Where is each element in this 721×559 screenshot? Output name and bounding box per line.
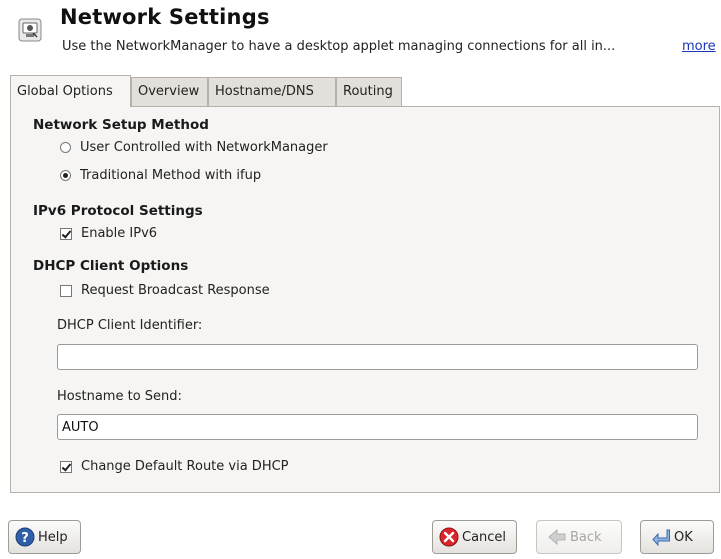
tab-hostname-dns[interactable]: Hostname/DNS <box>208 77 336 106</box>
cancel-icon <box>439 527 459 547</box>
dhcp-client-options-heading: DHCP Client Options <box>33 258 189 274</box>
help-button[interactable]: ? Help <box>8 520 81 554</box>
ipv6-settings-heading: IPv6 Protocol Settings <box>33 203 203 219</box>
back-arrow-icon <box>548 528 566 546</box>
cancel-button-label: Cancel <box>462 529 507 545</box>
back-button[interactable]: Back <box>536 520 622 554</box>
request-broadcast-checkbox[interactable]: Request Broadcast Response <box>60 283 270 298</box>
tab-hostname-dns-label: Hostname/DNS <box>215 84 314 99</box>
checkbox-indicator[interactable] <box>60 460 72 473</box>
svg-text:?: ? <box>21 531 29 546</box>
tab-global-options-label: Global Options <box>17 84 113 99</box>
tab-overview-label: Overview <box>138 84 200 99</box>
ok-button-label: OK <box>674 529 693 545</box>
network-setup-method-heading: Network Setup Method <box>33 117 209 133</box>
help-button-label: Help <box>38 529 68 545</box>
tab-global-options[interactable]: Global Options <box>10 75 131 107</box>
page-title: Network Settings <box>60 5 270 29</box>
cancel-button[interactable]: Cancel <box>432 520 517 554</box>
hostname-to-send-input[interactable] <box>57 414 698 440</box>
back-button-label: Back <box>570 529 602 545</box>
hostname-to-send-label: Hostname to Send: <box>57 389 182 404</box>
ok-button[interactable]: OK <box>640 520 714 554</box>
dhcp-client-identifier-label: DHCP Client Identifier: <box>57 318 203 333</box>
checkbox-indicator[interactable] <box>60 284 72 297</box>
enable-ipv6-label: Enable IPv6 <box>81 226 158 241</box>
more-link[interactable]: more <box>682 39 716 54</box>
change-default-route-label: Change Default Route via DHCP <box>81 459 289 474</box>
help-icon: ? <box>15 527 35 547</box>
tab-overview[interactable]: Overview <box>131 77 208 106</box>
change-default-route-checkbox[interactable]: Change Default Route via DHCP <box>60 459 289 474</box>
page-description: Use the NetworkManager to have a desktop… <box>62 39 616 54</box>
request-broadcast-label: Request Broadcast Response <box>81 283 270 298</box>
radio-traditional-ifup-label: Traditional Method with ifup <box>80 168 262 183</box>
checkbox-indicator[interactable] <box>60 227 72 240</box>
ok-return-icon <box>652 529 670 547</box>
radio-indicator[interactable] <box>60 170 71 181</box>
radio-traditional-ifup[interactable]: Traditional Method with ifup <box>60 168 261 183</box>
radio-indicator[interactable] <box>60 142 71 153</box>
dhcp-client-identifier-input[interactable] <box>57 344 698 370</box>
radio-user-controlled[interactable]: User Controlled with NetworkManager <box>60 140 328 155</box>
enable-ipv6-checkbox[interactable]: Enable IPv6 <box>60 226 157 241</box>
tab-routing[interactable]: Routing <box>336 77 402 106</box>
network-settings-icon <box>18 18 42 42</box>
tab-routing-label: Routing <box>343 84 393 99</box>
radio-user-controlled-label: User Controlled with NetworkManager <box>80 140 328 155</box>
